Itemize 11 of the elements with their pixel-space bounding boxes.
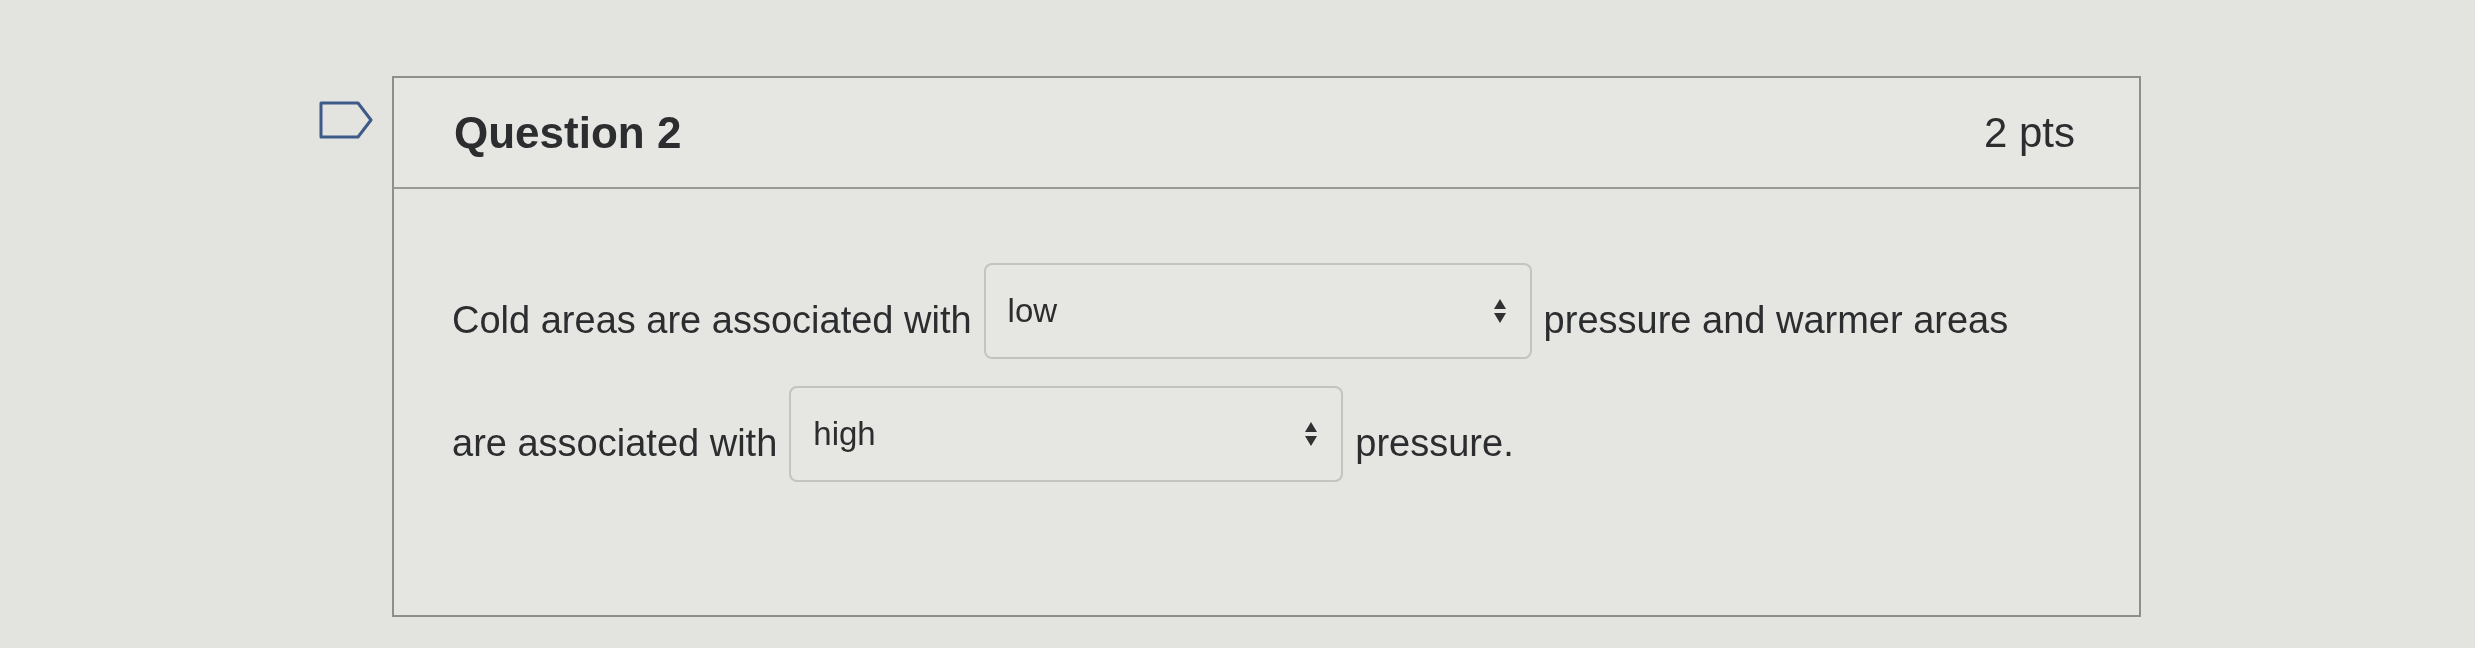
question-text: pressure and warmer areas [1543, 298, 2009, 343]
bookmark-icon[interactable] [318, 100, 374, 140]
dropdown-select[interactable]: low [983, 263, 1532, 359]
question-text: Cold areas are associated with [452, 298, 972, 343]
question-title: Question 2 [454, 106, 682, 159]
points-label: 2 pts [1983, 108, 2075, 158]
question-text: pressure. [1355, 421, 1514, 466]
sort-arrows-icon [1493, 299, 1506, 323]
sort-arrows-icon [1305, 422, 1318, 446]
question-text: are associated with [452, 421, 778, 466]
dropdown-select[interactable]: high [789, 386, 1344, 482]
